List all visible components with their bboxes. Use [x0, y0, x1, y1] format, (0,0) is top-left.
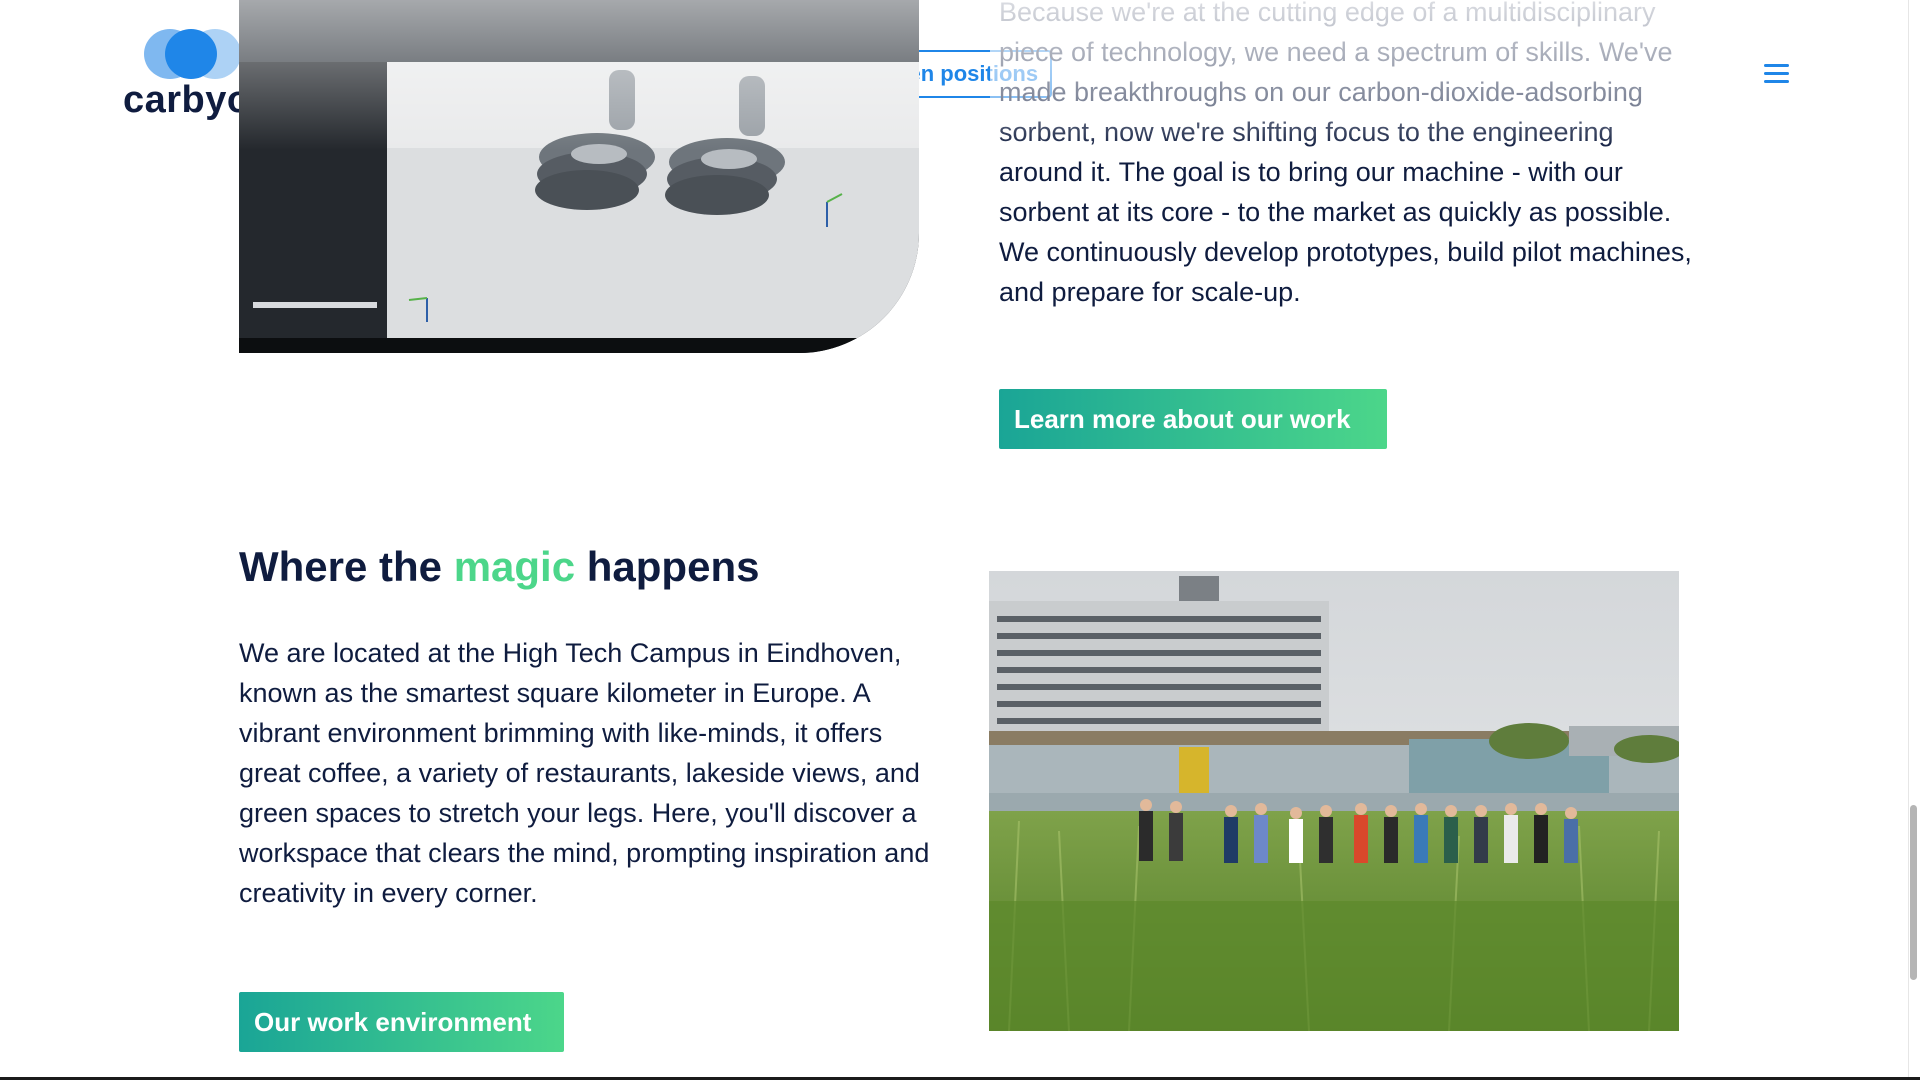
- logo-circle-blue: [165, 29, 217, 79]
- scrollbar-thumb[interactable]: [1910, 805, 1917, 980]
- hamburger-menu-icon[interactable]: [1764, 64, 1789, 84]
- cad-statusbar: [239, 338, 919, 353]
- campus-photo: [989, 571, 1679, 1031]
- section-heading: Where the magic happens: [239, 543, 760, 590]
- work-environment-button[interactable]: Our work environment: [239, 992, 564, 1052]
- scroll-fade-overlay: [990, 0, 1710, 150]
- cad-software-image: [239, 0, 919, 353]
- heading-accent-word: magic: [453, 543, 576, 590]
- learn-more-work-button[interactable]: Learn more about our work: [999, 389, 1387, 449]
- location-description: We are located at the High Tech Campus i…: [239, 638, 930, 908]
